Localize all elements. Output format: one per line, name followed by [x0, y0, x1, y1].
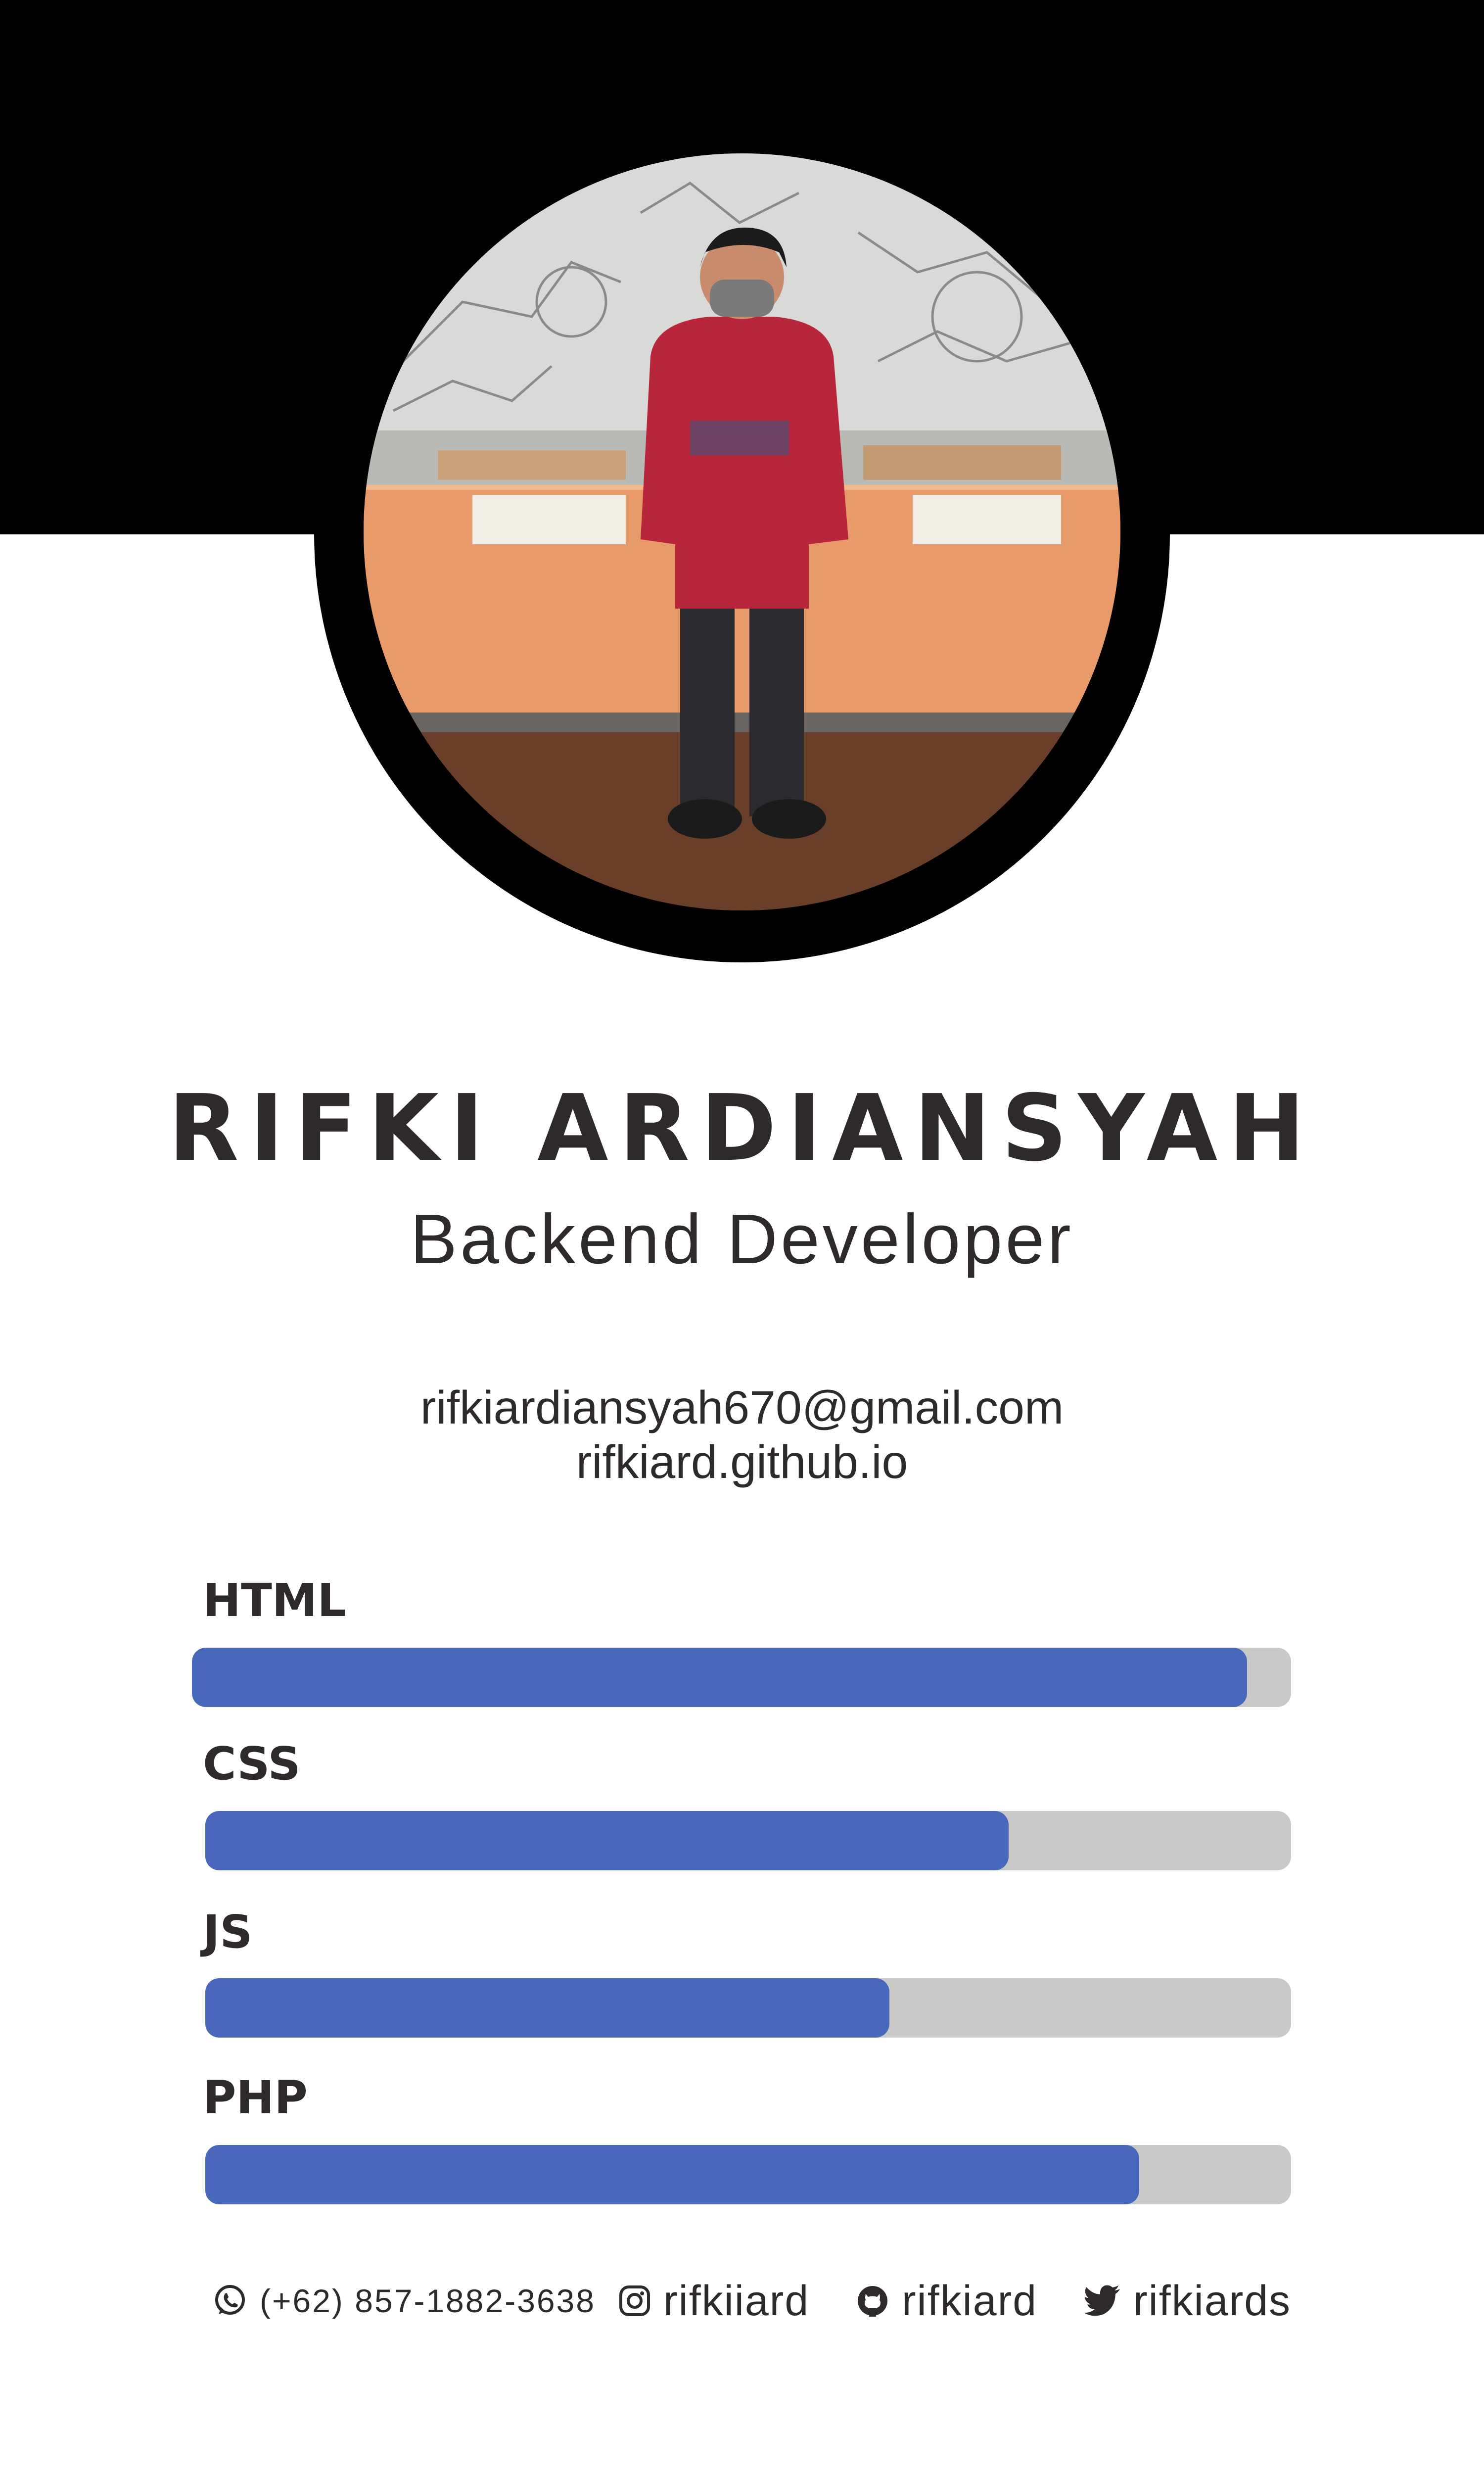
phone-number: (+62) 857-1882-3638	[260, 2283, 596, 2319]
github-icon	[856, 2284, 889, 2318]
skill-bar-fill-css	[205, 1811, 1009, 1870]
instagram-icon	[618, 2284, 651, 2317]
website-link[interactable]: rifkiard.github.io	[0, 1435, 1484, 1489]
social-whatsapp[interactable]: (+62) 857-1882-3638	[213, 2271, 596, 2331]
skill-bar-fill-html	[192, 1648, 1248, 1707]
profile-name: RIFKI ARDIANSYAH	[168, 1075, 1316, 1182]
social-twitter[interactable]: rifkiards	[1083, 2271, 1291, 2331]
skill-bar-php	[205, 2145, 1291, 2204]
twitter-handle: rifkiards	[1133, 2277, 1292, 2325]
profile-photo	[364, 153, 1120, 910]
twitter-icon	[1083, 2285, 1121, 2317]
skill-label-html: HTML	[203, 1574, 346, 1627]
instagram-handle: rifkiiard	[663, 2277, 810, 2325]
profile-card: RIFKI ARDIANSYAH Backend Developer rifki…	[0, 0, 1484, 2474]
skill-bar-css	[205, 1811, 1291, 1870]
skill-bar-js	[205, 1978, 1291, 2038]
profile-title: Backend Developer	[410, 1200, 1074, 1279]
github-handle: rifkiard	[902, 2277, 1038, 2325]
skill-label-js: JS	[203, 1905, 253, 1958]
skill-label-php: PHP	[203, 2071, 308, 2124]
skill-bar-html	[192, 1648, 1291, 1707]
skill-label-css: CSS	[203, 1737, 301, 1790]
social-instagram[interactable]: rifkiiard	[618, 2271, 809, 2331]
whatsapp-icon	[213, 2284, 247, 2318]
skill-bar-fill-php	[205, 2145, 1139, 2204]
social-github[interactable]: rifkiard	[856, 2271, 1037, 2331]
skill-bar-fill-js	[205, 1978, 889, 2038]
avatar	[364, 153, 1120, 910]
email-link[interactable]: rifkiardiansyah670@gmail.com	[0, 1380, 1484, 1435]
